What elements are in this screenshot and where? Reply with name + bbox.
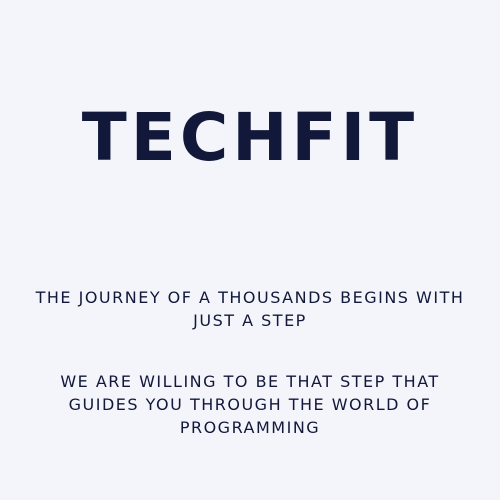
tagline-mission-line-3: PROGRAMMING xyxy=(179,418,321,437)
tagline-mission: WE ARE WILLING TO BE THAT STEP THAT GUID… xyxy=(0,370,500,439)
tagline-journey-line-1: THE JOURNEY OF A THOUSANDS BEGINS WITH xyxy=(35,288,465,307)
tagline-journey: THE JOURNEY OF A THOUSANDS BEGINS WITH J… xyxy=(0,286,500,332)
tagline-mission-line-2: GUIDES YOU THROUGH THE WORLD OF xyxy=(68,395,432,414)
tagline-mission-line-1: WE ARE WILLING TO BE THAT STEP THAT xyxy=(60,372,440,391)
brand-title: TECHFIT xyxy=(81,99,419,176)
tagline-journey-line-2: JUST A STEP xyxy=(193,311,307,330)
